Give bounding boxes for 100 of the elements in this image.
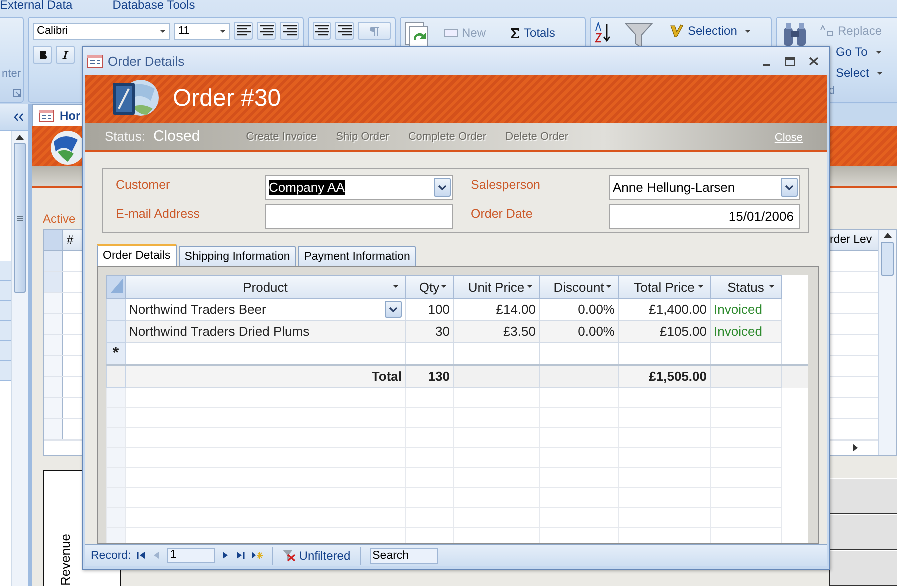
bold-icon <box>38 50 48 60</box>
dropdown-arrow-icon[interactable] <box>393 285 399 288</box>
column-header[interactable]: Unit Price <box>454 276 540 298</box>
table-cell: £1,505.00 <box>618 365 710 388</box>
dropdown-arrow-icon[interactable] <box>698 285 704 288</box>
maximize-icon[interactable] <box>785 56 795 66</box>
dropdown-button[interactable] <box>434 178 451 197</box>
lines-icon <box>315 25 330 37</box>
dropdown-button[interactable] <box>781 178 798 197</box>
scroll-thumb[interactable] <box>881 242 894 276</box>
scrollbar[interactable] <box>878 230 896 455</box>
italic-button[interactable] <box>56 46 75 64</box>
field-label: Salesperson <box>471 177 542 194</box>
dropdown-button[interactable] <box>385 301 402 318</box>
caret-icon <box>876 50 882 54</box>
table-cell: £14.00 <box>454 298 540 320</box>
caret-icon <box>220 30 226 32</box>
grip-icon <box>17 216 23 220</box>
scroll-up-icon[interactable] <box>884 233 892 238</box>
ribbon-button[interactable]: Selection <box>667 22 754 40</box>
tab-title: Hor <box>60 108 81 122</box>
close-icon[interactable] <box>809 56 819 66</box>
field-label: Customer <box>116 177 172 194</box>
chevron-down-icon <box>438 184 447 190</box>
paragraph-icon <box>368 26 380 36</box>
filter-off-icon <box>282 549 296 562</box>
new-record-icon[interactable] <box>251 551 264 560</box>
chevron-down-icon <box>785 184 794 190</box>
window-title: Order Details <box>108 54 186 68</box>
font-size-combo[interactable]: 11 <box>174 22 230 40</box>
ribbon-button[interactable]: Select <box>833 64 886 82</box>
field-label: Order Date <box>471 206 534 223</box>
record-label: Record: <box>91 550 132 562</box>
align-icon[interactable] <box>257 22 276 40</box>
field-label: E-mail Address <box>116 206 202 223</box>
date-field[interactable]: 15/01/2006 <box>609 204 800 229</box>
document-tab[interactable]: Hor <box>32 104 82 126</box>
replace-icon <box>820 25 834 37</box>
column-header[interactable]: Discount <box>540 276 618 298</box>
dropdown-arrow-icon[interactable] <box>527 285 533 288</box>
status-label: Status: <box>105 129 146 144</box>
ribbon-button[interactable]: Go To <box>833 43 885 61</box>
tab[interactable]: Shipping Information <box>178 246 296 266</box>
table-cell: Invoiced <box>710 298 782 320</box>
input-field[interactable] <box>265 204 453 229</box>
new-record-marker: * <box>106 342 126 365</box>
lines-icon <box>260 25 274 37</box>
column-header[interactable]: Total Price <box>618 276 710 298</box>
column-header[interactable]: rder Lev <box>828 230 878 250</box>
table-cell: 100 <box>406 298 454 320</box>
sort-icon <box>595 22 611 44</box>
lines-icon <box>236 25 251 37</box>
status-value: Closed <box>153 128 200 145</box>
table-cell: 130 <box>406 365 454 388</box>
table-cell: £105.00 <box>618 320 710 342</box>
column-header[interactable]: Status <box>710 276 782 298</box>
scrollbar[interactable] <box>11 131 28 586</box>
combo-box[interactable]: Company AA <box>265 175 453 200</box>
axis-label: Revenue <box>58 534 73 586</box>
first-record-icon[interactable] <box>137 551 146 560</box>
align-icon[interactable] <box>313 22 332 40</box>
record-number-field[interactable]: 1 <box>167 548 216 563</box>
binoculars-icon <box>781 22 809 48</box>
lines-icon <box>282 25 297 37</box>
align-icon[interactable] <box>234 22 254 40</box>
form-icon <box>39 110 54 122</box>
column-header[interactable]: Product <box>126 276 406 298</box>
product-combo[interactable]: Northwind Traders Beer <box>129 301 402 318</box>
align-icon[interactable] <box>335 22 354 40</box>
font-name-combo[interactable]: Calibri <box>33 22 170 40</box>
scroll-up-icon[interactable] <box>16 135 24 140</box>
filter-toggle[interactable]: Unfiltered <box>282 548 351 562</box>
lines-icon <box>338 25 352 37</box>
selection-icon <box>670 24 684 38</box>
chevron-down-icon <box>389 306 398 312</box>
combo-box[interactable]: Anne Hellung-Larsen <box>609 175 800 200</box>
caret-icon <box>160 30 166 32</box>
ribbon-tab[interactable]: Database Tools <box>112 0 196 12</box>
collapse-pane-icon[interactable] <box>14 112 24 122</box>
italic-icon <box>60 50 70 60</box>
bold-button[interactable] <box>33 46 52 64</box>
column-header[interactable]: Qty <box>406 276 454 298</box>
next-record-icon[interactable] <box>221 551 230 560</box>
dropdown-arrow-icon[interactable] <box>769 285 775 288</box>
align-icon[interactable] <box>280 22 299 40</box>
last-record-icon[interactable] <box>236 551 246 560</box>
search-field[interactable]: Search <box>370 548 438 564</box>
dropdown-arrow-icon[interactable] <box>441 285 447 288</box>
caret-icon <box>877 72 884 74</box>
form-icon <box>87 54 103 68</box>
section-label: Active <box>43 212 76 228</box>
table-cell: Invoiced <box>710 320 782 342</box>
ribbon-button[interactable]: Totals <box>507 24 558 42</box>
scroll-thumb[interactable] <box>14 143 26 293</box>
tab[interactable]: Order Details <box>97 244 177 266</box>
tab[interactable]: Payment Information <box>298 246 416 266</box>
dropdown-arrow-icon[interactable] <box>606 285 612 288</box>
scroll-right-icon[interactable] <box>853 444 858 452</box>
dialog-launcher-icon <box>13 89 21 97</box>
ribbon-tab[interactable]: External Data <box>0 0 73 12</box>
